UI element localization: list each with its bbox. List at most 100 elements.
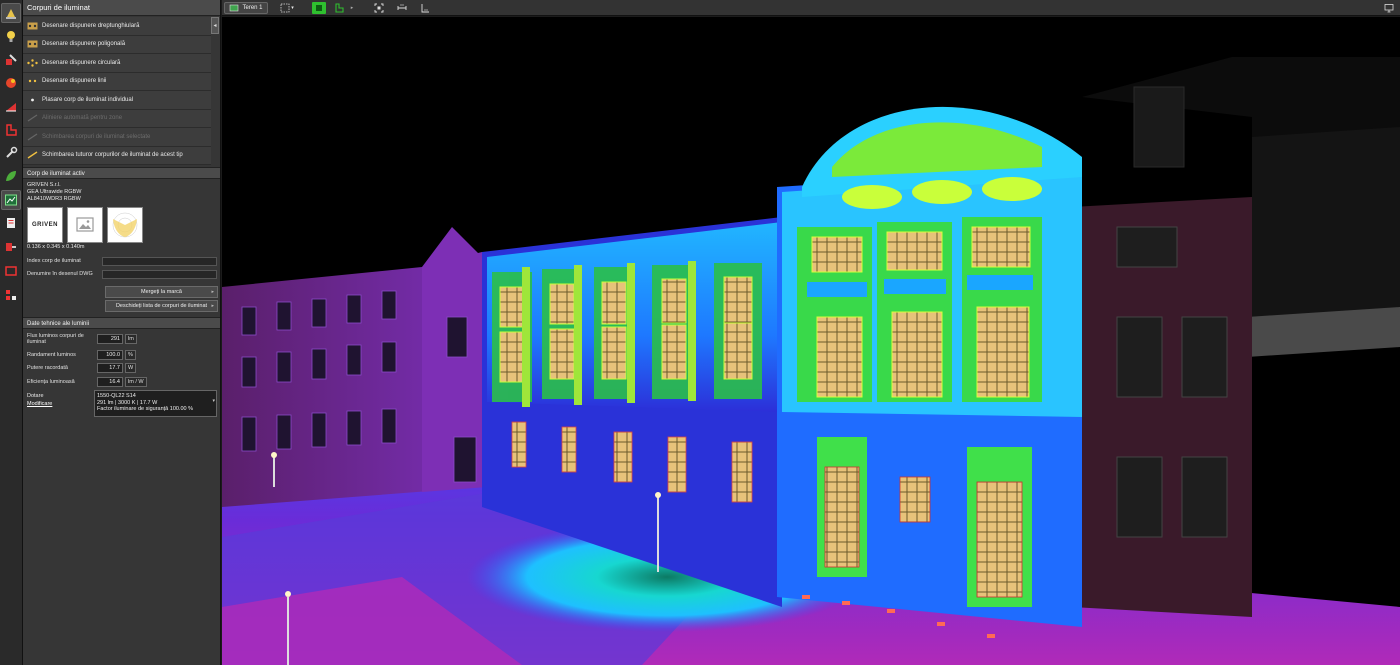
report-icon[interactable]	[1, 213, 21, 233]
monitor-icon	[1384, 4, 1394, 13]
dotare-line-factor: Factor iluminare de siguranță 100.00 %	[97, 406, 193, 412]
circle-layout-icon	[27, 59, 38, 67]
measure-icon	[397, 4, 407, 10]
menu-item-label: Desenare dispunere circulară	[42, 59, 121, 66]
dimension-button[interactable]	[418, 2, 432, 14]
image-placeholder-icon	[76, 217, 94, 232]
dimension-icon	[421, 4, 429, 13]
menu-item-polygon-layout[interactable]: Desenare dispunere poligonală	[23, 35, 211, 54]
technical-heading: Date tehnice ale luminii	[23, 317, 220, 329]
single-luminaire-icon	[27, 96, 38, 104]
menu-item-label: Desenare dispunere linii	[42, 78, 107, 85]
luminaire-manufacturer: GRIVEN S.r.l.	[27, 182, 61, 188]
calc-surface-icon[interactable]	[1, 96, 21, 116]
menu-item-single-luminaire[interactable]: Plasare corp de iluminat individual	[23, 91, 211, 110]
swap-selected-icon	[27, 133, 38, 141]
line-layout-icon	[27, 77, 38, 85]
polar-curve-icon	[112, 212, 138, 238]
measure-button[interactable]	[395, 2, 409, 14]
menu-item-swap-selected: Schimbarea corpuri de iluminat selectate	[23, 128, 211, 147]
flux-unit: lm	[125, 333, 137, 344]
dotare-dropdown[interactable]: 1550-QL22 S14 291 lm | 3000 K | 17.7 W F…	[94, 390, 217, 417]
wrench-icon[interactable]	[1, 143, 21, 163]
menu-item-label: Desenare dispunere dreptunghiulară	[42, 22, 140, 29]
view-more-button[interactable]: ▸	[348, 2, 356, 14]
swap-all-icon	[27, 151, 38, 159]
terrain-selector[interactable]: Teren 1	[224, 2, 268, 14]
goto-brand-label: Mergeți la marcă	[141, 289, 182, 295]
chevron-right-icon: ▸	[211, 289, 214, 295]
chevron-down-icon: ▾	[212, 398, 215, 404]
app-window: Corpuri de iluminat ◂ Desenare dispunere…	[0, 0, 1400, 665]
edit-objects-icon[interactable]	[1, 50, 21, 70]
room-outline-icon[interactable]	[1, 120, 21, 140]
efficiency-row: Randament luminos 100.0 %	[27, 349, 136, 360]
cube-icon	[316, 5, 322, 11]
align-icon	[27, 114, 38, 122]
efficiency-label: Randament luminos	[27, 351, 76, 358]
polygon-layout-icon	[27, 40, 38, 48]
power-value[interactable]: 17.7	[97, 362, 123, 373]
terrain-label: Teren 1	[242, 5, 263, 11]
light-distribution-thumb[interactable]	[107, 207, 143, 243]
menu-item-label: Schimbarea corpuri de iluminat selectate	[42, 133, 151, 140]
dotare-label: Dotare	[27, 393, 44, 399]
zoom-fit-icon	[374, 3, 384, 13]
brand-logo-text: GRIVEN	[31, 222, 58, 228]
output-icon[interactable]	[1, 237, 21, 257]
dwg-label: Denumire în desenul DWG	[27, 271, 93, 277]
modify-link[interactable]: Modificare	[27, 401, 52, 408]
flux-label: Flux luminos corpuri de iluminat	[27, 332, 84, 345]
3d-viewport[interactable]	[222, 17, 1400, 665]
index-input[interactable]	[102, 256, 217, 266]
active-luminaire-heading: Corp de iluminat activ	[23, 167, 220, 179]
product-image-thumb[interactable]	[67, 207, 103, 243]
print-icon[interactable]	[1, 261, 21, 281]
view-3d-button[interactable]	[312, 2, 326, 14]
terrain-icon	[230, 4, 239, 12]
goto-brand-button[interactable]: Mergeți la marcă ▸	[105, 286, 218, 298]
viewport-toolbar: Teren 1 ▾ ▸	[222, 0, 1400, 16]
zoom-fit-button[interactable]	[372, 2, 386, 14]
open-luminaire-list-button[interactable]: Deschideți lista de corpuri de iluminat …	[105, 300, 218, 312]
efficacy-unit: lm / W	[125, 376, 147, 387]
power-label: Putere racordată	[27, 364, 68, 371]
open-list-label: Deschideți lista de corpuri de iluminat	[115, 303, 208, 309]
luminaire-tool-icon[interactable]	[1, 3, 21, 23]
tool-strip	[0, 0, 23, 665]
dwg-name-input[interactable]	[102, 269, 217, 279]
index-label: Index corp de iluminat	[27, 258, 81, 264]
efficacy-value[interactable]: 16.4	[97, 376, 123, 387]
menu-item-swap-all[interactable]: Schimbarea tuturor corpurilor de ilumina…	[23, 146, 211, 165]
menu-item-label: Plasare corp de iluminat individual	[42, 96, 134, 103]
luminaire-menu: Desenare dispunere dreptunghiulară Desen…	[23, 17, 211, 165]
color-scene-icon[interactable]	[1, 73, 21, 93]
floorplan-icon	[335, 3, 344, 13]
collapse-panel-button[interactable]: ◂	[211, 17, 219, 34]
display-settings-button[interactable]	[1382, 2, 1396, 14]
efficacy-label: Eficiența luminoasă	[27, 378, 75, 385]
index-field-row: Index corp de iluminat	[27, 256, 219, 266]
panel-title: Corpuri de iluminat	[23, 0, 220, 16]
menu-item-label: Schimbarea tuturor corpurilor de ilumina…	[42, 152, 183, 159]
power-unit: W	[125, 362, 137, 373]
selection-mode-button[interactable]: ▾	[277, 2, 297, 14]
side-panel: Corpuri de iluminat ◂ Desenare dispunere…	[23, 0, 221, 665]
efficiency-value[interactable]: 100.0	[97, 349, 123, 360]
scene-view-icon[interactable]	[1, 190, 21, 210]
flux-row: Flux luminos corpuri de iluminat 291 lm	[27, 332, 137, 345]
menu-item-circle-layout[interactable]: Desenare dispunere circulară	[23, 54, 211, 73]
bulb-tool-icon[interactable]	[1, 26, 21, 46]
efficiency-unit: %	[125, 349, 136, 360]
menu-item-label: Aliniere automată pentru zone	[42, 115, 123, 122]
brand-logo-thumb[interactable]: GRIVEN	[27, 207, 63, 243]
view-plan-button[interactable]	[332, 2, 346, 14]
chevron-right-icon: ▸	[211, 303, 214, 309]
menu-item-line-layout[interactable]: Desenare dispunere linii	[23, 72, 211, 91]
menu-item-rect-layout[interactable]: Desenare dispunere dreptunghiulară	[23, 17, 211, 36]
flux-value[interactable]: 291	[97, 333, 123, 344]
efficacy-row: Eficiența luminoasă 16.4 lm / W	[27, 376, 147, 387]
leaf-icon[interactable]	[1, 166, 21, 186]
chevron-right-icon: ▸	[350, 5, 354, 11]
grid-icon[interactable]	[1, 285, 21, 305]
